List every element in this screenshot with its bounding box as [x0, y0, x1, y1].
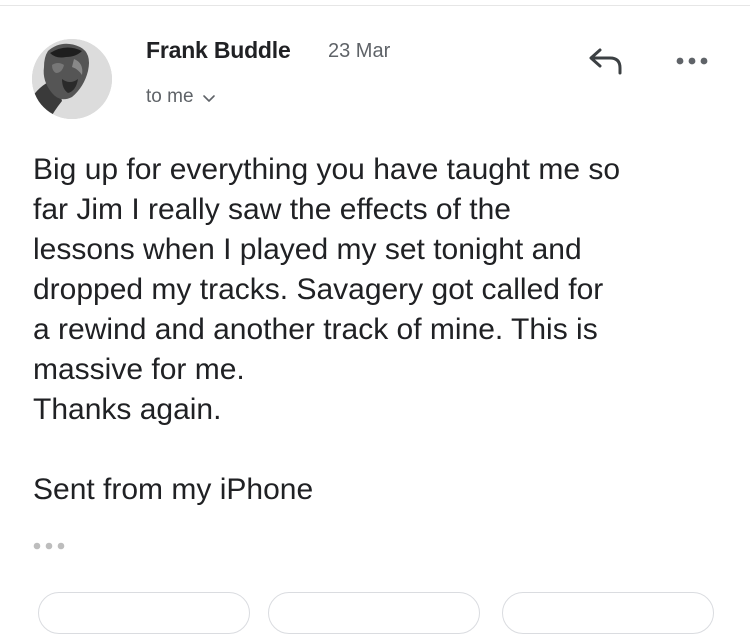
- avatar[interactable]: [32, 39, 112, 119]
- body-blank-line: [33, 430, 713, 470]
- body-line: dropped my tracks. Savagery got called f…: [33, 273, 604, 306]
- reply-arrow-icon: [586, 44, 626, 81]
- reply-chip[interactable]: [38, 592, 250, 634]
- top-divider: [0, 5, 750, 6]
- sender-name: Frank Buddle: [146, 37, 291, 63]
- avatar-photo-icon: [32, 39, 112, 119]
- body-line: Big up for everything you have taught me…: [33, 153, 621, 186]
- ellipsis-icon: [32, 538, 68, 556]
- show-quoted-text-button[interactable]: [32, 540, 72, 554]
- reply-all-chip[interactable]: [268, 592, 480, 634]
- body-line: Thanks again.: [33, 393, 222, 426]
- more-options-button[interactable]: [670, 50, 714, 74]
- more-horizontal-icon: [675, 53, 709, 71]
- recipient-details-toggle[interactable]: to me: [146, 86, 216, 108]
- signature-line: Sent from my iPhone: [33, 473, 314, 506]
- body-line: massive for me.: [33, 353, 245, 386]
- chevron-down-icon: [202, 89, 216, 105]
- email-body: Big up for everything you have taught me…: [33, 150, 713, 510]
- body-line: lessons when I played my set tonight and: [33, 233, 582, 266]
- body-line: a rewind and another track of mine. This…: [33, 313, 598, 346]
- email-date: 23 Mar: [328, 40, 391, 62]
- forward-chip[interactable]: [502, 592, 714, 634]
- recipient-label: to me: [146, 86, 194, 107]
- body-line: far Jim I really saw the effects of the: [33, 193, 511, 226]
- reply-button[interactable]: [584, 44, 628, 80]
